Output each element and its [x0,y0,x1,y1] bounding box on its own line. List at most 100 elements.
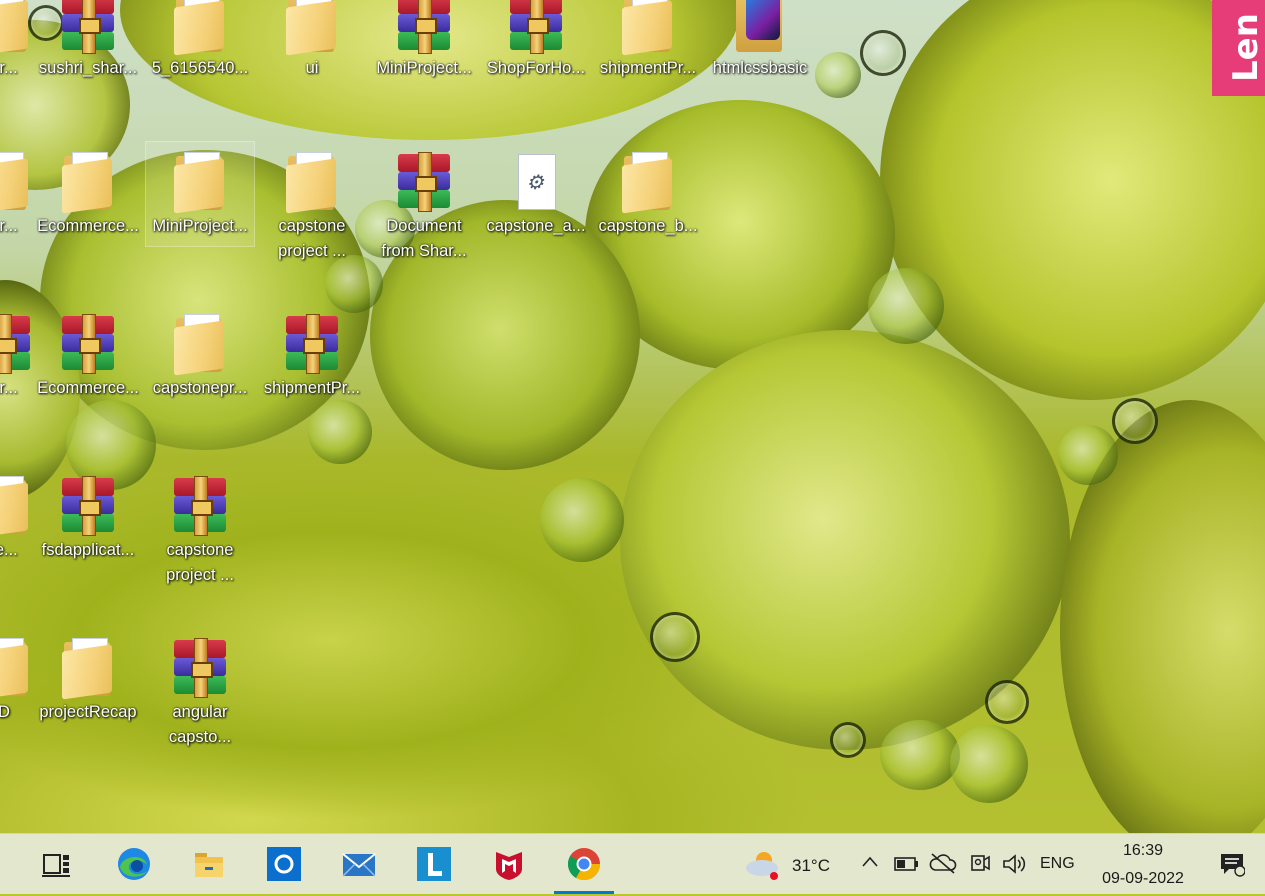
desktop-icon[interactable]: Document from Shar... [370,148,478,264]
edge-icon [118,848,150,880]
folder-icon [58,152,118,214]
desktop-icon-label: ShopForHo... [486,59,586,77]
winrar-archive-icon [170,476,230,536]
folder-icon [0,638,34,700]
wallpaper-bubble [830,722,866,758]
clock-date: 09-09-2022 [1102,870,1184,887]
winrar-archive-icon [58,0,118,54]
taskbar-mail-button[interactable] [329,834,389,894]
notification-icon [1221,854,1245,877]
battery-button[interactable] [892,834,922,894]
winrar-archive-icon [170,638,230,698]
task-view-icon [42,854,70,877]
desktop-icon-label: Ecommerce... [37,379,139,397]
chrome-icon [567,848,601,881]
desktop-icon[interactable]: angular capsto... [146,634,254,750]
desktop-icon[interactable]: Ecommerce... [34,148,142,239]
folder-icon [282,152,342,214]
wallpaper-bubble [860,30,906,76]
brand-text: Len [1226,13,1265,82]
desktop-icon[interactable]: ⚙ capstone_a... [482,148,590,239]
desktop-icon-label: capstone_b... [598,217,698,235]
wallpaper-bubble [868,268,944,344]
mcafee-icon [496,852,522,880]
folder-icon [170,314,230,376]
desktop-icon[interactable]: shipmentPr... [594,0,702,81]
desktop-icon-label: angular capsto... [168,703,232,746]
lenovo-brand-tab: Len [1212,0,1265,96]
desktop-icon-label: ui [305,59,319,77]
taskbar-weather-widget[interactable]: 31°C [744,834,840,894]
taskbar-edge-button[interactable] [104,834,164,894]
network-button[interactable] [928,834,958,894]
taskbar-mcafee-button[interactable] [479,834,539,894]
folder-icon [58,638,118,700]
desktop-icon[interactable]: shipmentPr... [258,310,366,401]
desktop-icon[interactable]: htmlcssbasic [706,0,814,81]
winrar-archive-icon [394,0,454,54]
wallpaper-bubble [950,725,1028,803]
desktop-icon[interactable]: Ecommerce... [34,310,142,401]
folder-icon [282,0,342,56]
folder-icon [0,152,34,214]
desktop-icon[interactable]: capstone project ... [146,472,254,588]
wallpaper-bubble [985,680,1029,724]
folder-icon [195,853,223,877]
taskbar-file-explorer-button[interactable] [179,834,239,894]
wallpaper-bubble [540,478,624,562]
desktop-icon[interactable]: MiniProject... [145,141,255,247]
settings-file-icon: ⚙ [506,152,566,212]
folder-icon [170,0,230,56]
desktop-icon-label: capstone project ... [278,217,346,260]
action-center-button[interactable] [1212,834,1252,894]
battery-icon [894,857,918,871]
wallpaper-blob [880,0,1265,400]
desktop-icon[interactable]: ui [258,0,366,81]
show-hidden-icons-button[interactable] [858,834,882,894]
wallpaper-bubble [1112,398,1158,444]
winrar-archive-icon [58,476,118,536]
desktop-icon[interactable]: 5_6156540... [146,0,254,81]
winrar-archive-icon [0,314,34,374]
meet-now-button[interactable] [966,834,994,894]
speaker-icon [1003,854,1026,874]
folder-icon [0,0,34,56]
desktop-icon-label: MiniProject... [152,217,248,235]
edge-html-file-icon [730,0,790,54]
cortana-icon [267,847,301,881]
desktop-icon-label: projectRecap [39,703,137,721]
winrar-archive-icon [394,152,454,212]
desktop-icon-label: MiniProject... [376,59,472,77]
taskbar-task-view-button[interactable] [27,834,87,894]
desktop-icon[interactable]: capstonepr... [146,310,254,401]
desktop-icon-label: capstone project ... [166,541,234,584]
desktop-icon[interactable]: capstone project ... [258,148,366,264]
volume-button[interactable] [1000,834,1030,894]
desktop-icon-label: capstonepr... [152,379,248,397]
taskbar-clock[interactable]: 16:39 09-09-2022 [1088,834,1198,894]
meet-now-icon [971,855,990,871]
desktop-icon[interactable]: sushri_shar... [34,0,142,81]
desktop-icon-label: fsdapplicat... [41,541,135,559]
taskbar-cortana-button[interactable] [254,834,314,894]
wallpaper-bubble [650,612,700,662]
folder-icon [170,152,230,214]
desktop-icon-label: capstone_a... [486,217,586,235]
folder-icon [618,0,678,56]
desktop-icon[interactable]: capstone_b... [594,148,702,239]
wallpaper-bubble [1058,425,1118,485]
taskbar-lenovo-vantage-button[interactable] [404,834,464,894]
wallpaper-bubble [815,52,861,98]
taskbar-chrome-button[interactable] [554,834,614,894]
desktop-icon[interactable]: MiniProject... [370,0,478,81]
cloud-offline-icon [929,853,957,874]
winrar-archive-icon [58,314,118,374]
winrar-archive-icon [282,314,342,374]
input-language-button[interactable]: ENG [1040,834,1080,894]
desktop-icon[interactable]: fsdapplicat... [34,472,142,563]
desktop-icon[interactable]: projectRecap [34,634,142,725]
desktop-icon[interactable]: ShopForHo... [482,0,590,81]
taskbar: 31°C ENG 16:39 09-09-2022 [0,833,1265,894]
wallpaper-bubble [308,400,372,464]
desktop-icon-label: sushri_shar... [38,59,138,77]
